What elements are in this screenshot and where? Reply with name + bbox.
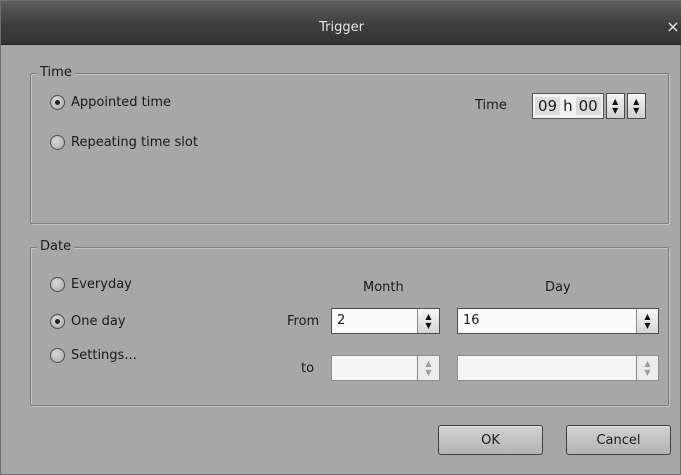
- minute-field[interactable]: 00: [575, 97, 601, 115]
- title-bar[interactable]: Trigger ×: [1, 1, 681, 45]
- up-down-arrows-icon[interactable]: ▲ ▼: [417, 356, 439, 380]
- radio-appointed-time[interactable]: Appointed time: [50, 95, 171, 110]
- radio-settings[interactable]: Settings...: [50, 348, 137, 363]
- to-month-select[interactable]: ▲ ▼: [331, 355, 440, 381]
- month-header: Month: [363, 280, 404, 295]
- up-down-arrows-icon[interactable]: ▲ ▼: [636, 309, 658, 333]
- time-label: Time: [475, 98, 507, 113]
- from-month-select[interactable]: 2 ▲ ▼: [331, 308, 440, 334]
- date-group-label: Date: [37, 239, 75, 254]
- radio-checked-icon: [50, 314, 65, 329]
- close-icon[interactable]: ×: [666, 17, 680, 36]
- day-header: Day: [545, 280, 571, 295]
- hour-spin-icon[interactable]: ▲ ▼: [605, 93, 625, 119]
- dialog-title: Trigger: [319, 20, 364, 35]
- minute-spin-icon[interactable]: ▲ ▼: [626, 93, 646, 119]
- to-day-select[interactable]: ▲ ▼: [457, 355, 659, 381]
- radio-everyday-label: Everyday: [71, 277, 132, 292]
- to-label: to: [301, 361, 315, 376]
- trigger-dialog: Trigger × Time Appointed time Repeating …: [0, 0, 681, 475]
- time-picker: 09 h 00 ▲ ▼ ▲ ▼: [532, 92, 662, 120]
- radio-checked-icon: [50, 95, 65, 110]
- radio-unchecked-icon: [50, 277, 65, 292]
- radio-repeating-time-slot[interactable]: Repeating time slot: [50, 135, 198, 150]
- radio-settings-label: Settings...: [71, 348, 137, 363]
- radio-unchecked-icon: [50, 348, 65, 363]
- cancel-button[interactable]: Cancel: [566, 425, 671, 455]
- from-day-value: 16: [463, 313, 480, 328]
- radio-repeating-time-slot-label: Repeating time slot: [71, 135, 198, 150]
- time-group-label: Time: [37, 65, 75, 80]
- radio-unchecked-icon: [50, 135, 65, 150]
- from-label: From: [287, 314, 320, 329]
- time-field[interactable]: 09 h 00: [532, 93, 604, 119]
- ok-button[interactable]: OK: [438, 425, 543, 455]
- radio-everyday[interactable]: Everyday: [50, 277, 132, 292]
- up-down-arrows-icon[interactable]: ▲ ▼: [636, 356, 658, 380]
- radio-one-day[interactable]: One day: [50, 314, 126, 329]
- up-down-arrows-icon[interactable]: ▲ ▼: [417, 309, 439, 333]
- hour-unit: h: [563, 97, 573, 115]
- from-day-select[interactable]: 16 ▲ ▼: [457, 308, 659, 334]
- radio-appointed-time-label: Appointed time: [71, 95, 172, 110]
- from-month-value: 2: [337, 313, 346, 328]
- radio-one-day-label: One day: [71, 314, 126, 329]
- hour-field[interactable]: 09: [535, 97, 561, 115]
